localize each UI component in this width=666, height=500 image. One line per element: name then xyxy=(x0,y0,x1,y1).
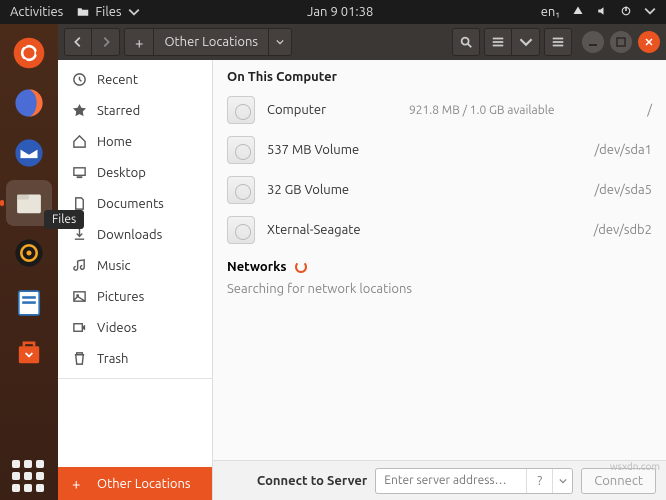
dock-software[interactable] xyxy=(6,330,52,376)
connect-to-server-bar: Connect to Server ? Connect xyxy=(213,460,666,500)
device-path: /dev/sdb2 xyxy=(582,223,652,237)
search-button[interactable] xyxy=(452,28,480,56)
sidebar-item-trash[interactable]: Trash xyxy=(58,343,212,374)
system-menu-chevron-icon[interactable] xyxy=(644,5,656,20)
help-icon[interactable]: ? xyxy=(526,469,552,493)
launcher-dock xyxy=(0,24,58,500)
sidebar-item-label: Recent xyxy=(97,73,138,87)
section-networks: Networks xyxy=(213,250,666,278)
maximize-button[interactable] xyxy=(610,31,632,53)
sidebar-item-starred[interactable]: Starred xyxy=(58,95,212,126)
device-name: 537 MB Volume xyxy=(267,143,397,157)
device-name: Xternal-Seagate xyxy=(267,223,397,237)
back-button[interactable] xyxy=(64,28,92,56)
device-name: Computer xyxy=(267,103,397,117)
chevron-down-icon xyxy=(128,6,140,18)
server-address-input[interactable] xyxy=(376,469,526,493)
sidebar-item-label: Trash xyxy=(97,352,128,366)
content-area: On This Computer Computer 921.8 MB / 1.0 … xyxy=(213,60,666,500)
sidebar-item-label: Videos xyxy=(97,321,137,335)
sidebar-item-label: Music xyxy=(97,259,131,273)
sidebar-item-label: Pictures xyxy=(97,290,144,304)
minimize-button[interactable] xyxy=(582,31,604,53)
sidebar-item-label: Starred xyxy=(97,104,140,118)
nav-buttons xyxy=(64,28,120,56)
list-view-button[interactable] xyxy=(484,28,512,56)
hamburger-menu-button[interactable] xyxy=(544,28,572,56)
folder-icon xyxy=(77,6,89,18)
device-row[interactable]: 537 MB Volume/dev/sda1 xyxy=(213,130,666,170)
sidebar-separator xyxy=(58,378,212,379)
device-path: / xyxy=(582,103,652,117)
disk-icon xyxy=(227,96,255,124)
power-icon[interactable] xyxy=(620,5,632,20)
sidebar-item-music[interactable]: Music xyxy=(58,250,212,281)
clock[interactable]: Jan 9 01:38 xyxy=(140,5,541,19)
pathbar-dropdown[interactable] xyxy=(268,29,291,55)
sidebar-item-recent[interactable]: Recent xyxy=(58,64,212,95)
dock-rhythmbox[interactable] xyxy=(6,230,52,276)
sidebar-item-label: Home xyxy=(97,135,132,149)
sidebar-item-videos[interactable]: Videos xyxy=(58,312,212,343)
sidebar-item-desktop[interactable]: Desktop xyxy=(58,157,212,188)
device-name: 32 GB Volume xyxy=(267,183,397,197)
sidebar-item-other-locations[interactable]: + Other Locations xyxy=(58,467,212,500)
dock-ubuntu[interactable] xyxy=(6,30,52,76)
sidebar-item-label: Documents xyxy=(97,197,164,211)
plus-icon: + xyxy=(72,475,87,492)
app-menu-label: Files xyxy=(95,5,121,19)
plus-icon: + xyxy=(125,29,154,55)
gnome-top-panel: Activities Files Jan 9 01:38 en₁ xyxy=(0,0,666,24)
connect-label: Connect to Server xyxy=(257,474,367,488)
spinner-icon xyxy=(295,261,307,273)
network-icon[interactable] xyxy=(572,5,584,20)
section-networks-label: Networks xyxy=(227,260,287,274)
forward-button[interactable] xyxy=(92,28,120,56)
device-path: /dev/sda1 xyxy=(582,143,652,157)
sidebar-item-pictures[interactable]: Pictures xyxy=(58,281,212,312)
input-source-indicator[interactable]: en₁ xyxy=(541,5,560,19)
recent-servers-dropdown[interactable] xyxy=(552,469,572,493)
sidebar-item-home[interactable]: Home xyxy=(58,126,212,157)
disk-icon xyxy=(227,136,255,164)
volume-icon[interactable] xyxy=(596,5,608,20)
places-sidebar: Recent Starred Home Desktop Documents Do… xyxy=(58,60,213,500)
dock-thunderbird[interactable] xyxy=(6,130,52,176)
server-address-field: ? xyxy=(375,468,573,494)
disk-icon xyxy=(227,176,255,204)
show-apps-button[interactable] xyxy=(12,460,44,492)
device-free: 921.8 MB / 1.0 GB available xyxy=(409,104,570,117)
device-row[interactable]: Computer 921.8 MB / 1.0 GB available / xyxy=(213,90,666,130)
sidebar-item-label: Other Locations xyxy=(97,477,191,491)
pathbar[interactable]: + Other Locations xyxy=(124,28,292,56)
dock-firefox[interactable] xyxy=(6,80,52,126)
activities-button[interactable]: Activities xyxy=(10,5,63,19)
device-path: /dev/sda5 xyxy=(582,183,652,197)
sidebar-item-label: Downloads xyxy=(97,228,162,242)
disk-icon xyxy=(227,216,255,244)
section-on-this-computer: On This Computer xyxy=(213,60,666,90)
device-row[interactable]: Xternal-Seagate/dev/sdb2 xyxy=(213,210,666,250)
dock-libreoffice[interactable] xyxy=(6,280,52,326)
sidebar-item-label: Desktop xyxy=(97,166,146,180)
pathbar-location: Other Locations xyxy=(154,29,268,55)
view-options-button[interactable] xyxy=(512,28,540,56)
app-menu[interactable]: Files xyxy=(77,5,139,19)
dock-tooltip: Files xyxy=(44,210,84,229)
device-row[interactable]: 32 GB Volume/dev/sda5 xyxy=(213,170,666,210)
headerbar: + Other Locations xyxy=(58,24,666,60)
close-button[interactable] xyxy=(638,31,660,53)
watermark: wsxdn.com xyxy=(610,461,660,472)
network-status-text: Searching for network locations xyxy=(213,278,666,300)
files-window: + Other Locations Recent Starred Home De… xyxy=(58,24,666,500)
